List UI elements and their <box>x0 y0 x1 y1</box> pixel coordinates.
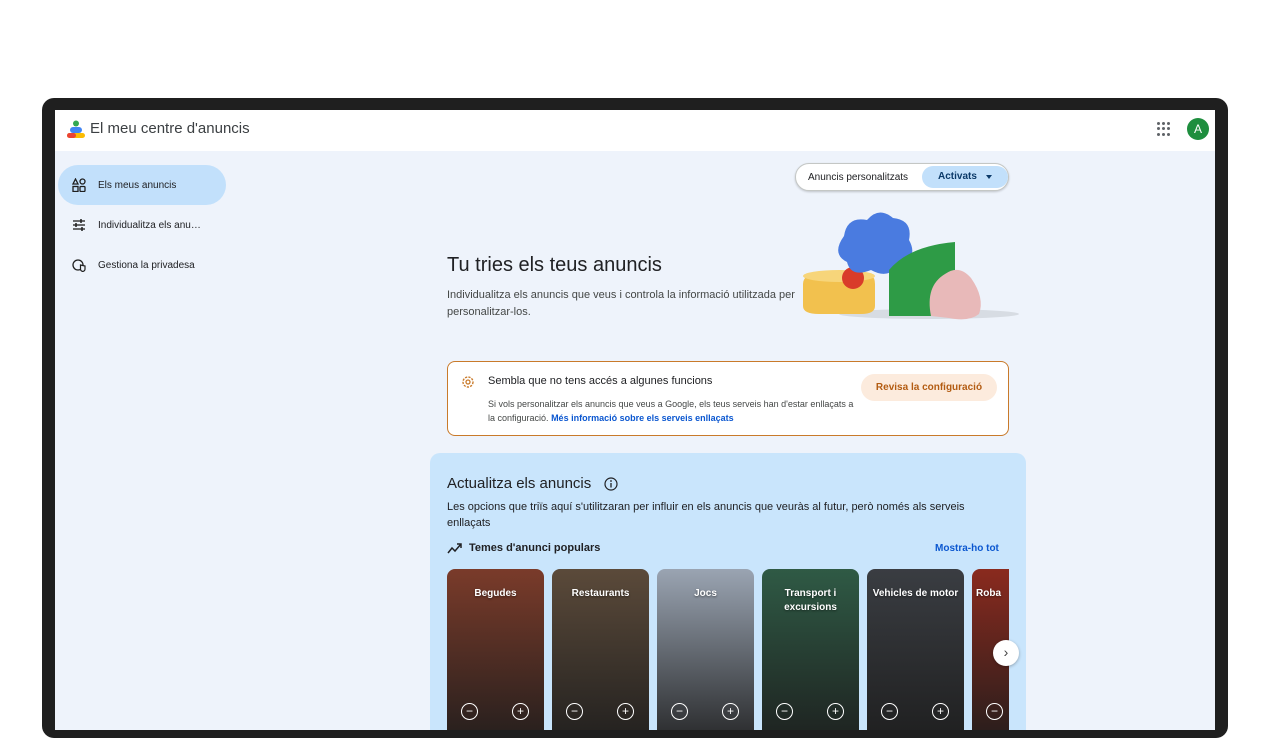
topic-card-restaurants[interactable]: Restaurants − + <box>552 569 649 730</box>
personalized-ads-label: Anuncis personalitzats <box>808 172 909 183</box>
topic-minus-button[interactable]: − <box>986 703 1003 720</box>
notice-title: Sembla que no tens accés a algunes funci… <box>488 375 713 387</box>
topic-minus-button[interactable]: − <box>461 703 478 720</box>
topic-card-label: Jocs <box>694 588 717 599</box>
topic-cards-carousel: Begudes − + Restaurants − + Jocs − + Tra… <box>447 569 1009 730</box>
topic-card-drinks[interactable]: Begudes − + <box>447 569 544 730</box>
topic-plus-button[interactable]: + <box>827 703 844 720</box>
notice-text: Si vols personalitzar els anuncis que ve… <box>488 397 858 425</box>
personalized-ads-dropdown[interactable]: Activats <box>922 166 1008 188</box>
tune-sliders-icon <box>73 219 85 231</box>
sidebar-item-label: Els meus anuncis <box>98 179 177 191</box>
google-apps-icon[interactable] <box>1157 122 1171 136</box>
show-all-link[interactable]: Mostra-ho tot <box>935 543 999 554</box>
browser-screen: El meu centre d'anuncis A Els meus anunc… <box>55 110 1215 730</box>
topic-card-label: Restaurants <box>571 588 630 599</box>
sidebar-item-label: Gestiona la privadesa <box>98 259 195 271</box>
ads-center-logo-icon <box>67 120 85 138</box>
topic-minus-button[interactable]: − <box>881 703 898 720</box>
gear-warning-icon <box>462 376 474 388</box>
personalized-ads-toggle: Anuncis personalitzats Activats <box>795 163 1009 191</box>
update-ads-description: Les opcions que triïs aquí s'utilitzaran… <box>447 501 965 529</box>
topic-plus-button[interactable]: + <box>932 703 949 720</box>
review-settings-button[interactable]: Revisa la configuració <box>861 374 997 401</box>
trending-icon <box>447 543 462 554</box>
sidebar-item-manage-privacy[interactable]: Gestiona la privadesa <box>58 245 226 285</box>
sidebar-item-customize-ads[interactable]: Individualitza els anu… <box>58 205 226 245</box>
account-avatar[interactable]: A <box>1187 118 1209 140</box>
hero-description: Individualitza els anuncis que veus i co… <box>447 289 795 318</box>
hero-illustration <box>803 212 1019 320</box>
linked-services-link[interactable]: Més informació sobre els serveis enllaça… <box>551 413 734 423</box>
sidebar-item-my-ads[interactable]: Els meus anuncis <box>58 165 226 205</box>
topic-card-vehicles[interactable]: Vehicles de motor − + <box>867 569 964 730</box>
limited-access-notice: Sembla que no tens accés a algunes funci… <box>447 361 1009 436</box>
topic-minus-button[interactable]: − <box>776 703 793 720</box>
chevron-right-icon: › <box>1003 644 1009 660</box>
privacy-shield-icon <box>72 259 86 272</box>
personalized-ads-value: Activats <box>938 171 977 182</box>
topic-plus-button[interactable]: + <box>722 703 739 720</box>
topic-plus-button[interactable]: + <box>617 703 634 720</box>
topic-card-label: Vehicles de motor <box>872 588 959 599</box>
topic-card-label: Roba <box>976 588 1001 599</box>
update-ads-panel: Actualitza els anuncis Les opcions que t… <box>430 453 1026 730</box>
update-ads-title: Actualitza els anuncis <box>447 475 592 492</box>
sidebar-item-label: Individualitza els anu… <box>98 219 201 231</box>
topic-minus-button[interactable]: − <box>671 703 688 720</box>
info-icon[interactable] <box>604 477 618 491</box>
top-app-bar: El meu centre d'anuncis A <box>55 110 1215 151</box>
topic-card-label: Transport i excursions <box>784 588 837 613</box>
app-title: El meu centre d'anuncis <box>90 120 250 137</box>
topic-minus-button[interactable]: − <box>566 703 583 720</box>
topic-card-label: Begudes <box>474 588 517 599</box>
topic-plus-button[interactable]: + <box>512 703 529 720</box>
caret-down-icon <box>986 175 992 179</box>
hero-title: Tu tries els teus anuncis <box>447 254 662 276</box>
topic-card-transport[interactable]: Transport i excursions − + <box>762 569 859 730</box>
carousel-next-button[interactable]: › <box>993 640 1019 666</box>
popular-topics-label: Temes d'anunci populars <box>469 542 601 554</box>
shapes-icon <box>72 178 86 192</box>
topic-card-games[interactable]: Jocs − + <box>657 569 754 730</box>
